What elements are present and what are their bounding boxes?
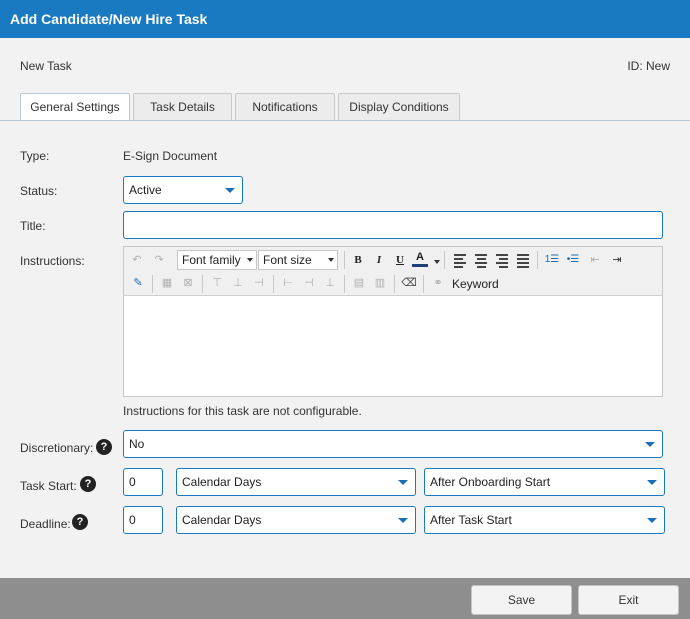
toolbar-divider xyxy=(344,275,345,293)
font-size-select-label: Font size xyxy=(263,253,312,267)
deadline-relative-value: After Task Start xyxy=(430,513,512,527)
insert-column-left-icon[interactable]: ⊢ xyxy=(279,274,297,292)
instructions-label: Instructions: xyxy=(20,254,85,268)
chevron-down-icon xyxy=(647,480,657,485)
text-color-icon[interactable]: A xyxy=(412,249,428,267)
task-start-amount-input[interactable]: 0 xyxy=(123,468,163,496)
font-family-select[interactable]: Font family xyxy=(177,250,257,270)
chevron-down-icon xyxy=(247,258,253,262)
task-start-relative-value: After Onboarding Start xyxy=(430,475,551,489)
chevron-down-icon xyxy=(398,480,408,485)
link-icon[interactable]: ⚭ xyxy=(429,274,447,292)
align-right-icon[interactable] xyxy=(493,251,511,269)
bullet-list-icon[interactable]: •☰ xyxy=(564,251,582,269)
undo-icon[interactable]: ↶ xyxy=(128,251,146,269)
font-family-select-label: Font family xyxy=(182,253,241,267)
instructions-editor: ↶ ↷ Font family Font size B I U A 1☰ •☰ … xyxy=(123,246,663,397)
discretionary-help-icon[interactable]: ? xyxy=(96,439,112,455)
deadline-unit-select[interactable]: Calendar Days xyxy=(176,506,416,534)
toolbar-divider xyxy=(537,251,538,269)
tab-task-details[interactable]: Task Details xyxy=(133,93,232,121)
bold-icon[interactable]: B xyxy=(349,251,367,269)
tab-notifications[interactable]: Notifications xyxy=(235,93,335,121)
task-start-unit-value: Calendar Days xyxy=(182,475,262,489)
chevron-down-icon xyxy=(328,258,334,262)
deadline-label: Deadline: xyxy=(20,517,71,531)
exit-button[interactable]: Exit xyxy=(578,585,679,615)
dialog-title: Add Candidate/New Hire Task xyxy=(0,0,690,38)
status-select[interactable]: Active xyxy=(123,176,243,204)
dialog-footer: Save Exit xyxy=(0,578,690,619)
chevron-down-icon xyxy=(645,442,655,447)
align-center-icon[interactable] xyxy=(472,251,490,269)
discretionary-label: Discretionary: xyxy=(20,441,94,455)
merge-cells-icon[interactable]: ▤ xyxy=(350,274,368,292)
toolbar-divider xyxy=(344,251,345,269)
discretionary-select[interactable]: No xyxy=(123,430,663,458)
toolbar-divider xyxy=(423,275,424,293)
toolbar-divider xyxy=(394,275,395,293)
status-select-value: Active xyxy=(129,183,162,197)
delete-column-icon[interactable]: ⊥ xyxy=(321,274,339,292)
numbered-list-icon[interactable]: 1☰ xyxy=(543,251,561,269)
toolbar-divider xyxy=(444,251,445,269)
deadline-relative-select[interactable]: After Task Start xyxy=(424,506,665,534)
chevron-down-icon xyxy=(647,518,657,523)
keyword-button[interactable]: Keyword xyxy=(452,277,499,291)
insert-row-below-icon[interactable]: ⊥ xyxy=(229,274,247,292)
task-start-unit-select[interactable]: Calendar Days xyxy=(176,468,416,496)
instructions-note: Instructions for this task are not confi… xyxy=(123,404,362,418)
delete-table-icon[interactable]: ⊠ xyxy=(179,274,197,292)
type-label: Type: xyxy=(20,149,50,163)
indent-icon[interactable]: ⇥ xyxy=(608,251,626,269)
deadline-help-icon[interactable]: ? xyxy=(72,514,88,530)
deadline-amount-input[interactable]: 0 xyxy=(123,506,163,534)
toolbar-divider xyxy=(152,275,153,293)
general-settings-panel: Type: E-Sign Document Status: Active Tit… xyxy=(0,121,690,578)
split-cells-icon[interactable]: ▥ xyxy=(371,274,389,292)
deadline-unit-value: Calendar Days xyxy=(182,513,262,527)
editor-toolbar: ↶ ↷ Font family Font size B I U A 1☰ •☰ … xyxy=(124,247,662,296)
font-size-select[interactable]: Font size xyxy=(258,250,338,270)
chevron-down-icon xyxy=(398,518,408,523)
chevron-down-icon xyxy=(225,188,235,193)
table-icon[interactable]: ▦ xyxy=(158,274,176,292)
delete-row-icon[interactable]: ⊣ xyxy=(250,274,268,292)
outdent-icon[interactable]: ⇤ xyxy=(586,251,604,269)
dialog-subheader: New Task ID: New General Settings Task D… xyxy=(0,38,690,122)
status-label: Status: xyxy=(20,184,58,198)
discretionary-select-value: No xyxy=(129,437,145,451)
tab-display-conditions[interactable]: Display Conditions xyxy=(338,93,460,121)
toolbar-divider xyxy=(273,275,274,293)
caret-down-icon[interactable] xyxy=(434,260,440,264)
insert-column-right-icon[interactable]: ⊣ xyxy=(300,274,318,292)
redo-icon[interactable]: ↷ xyxy=(150,251,168,269)
edit-html-icon[interactable]: ✎ xyxy=(129,274,147,292)
align-justify-icon[interactable] xyxy=(514,251,532,269)
title-input[interactable] xyxy=(123,211,663,239)
task-id: ID: New xyxy=(627,59,670,73)
align-left-icon[interactable] xyxy=(451,251,469,269)
title-label: Title: xyxy=(20,219,46,233)
task-name: New Task xyxy=(20,59,72,73)
toolbar-divider xyxy=(202,275,203,293)
type-value: E-Sign Document xyxy=(123,149,218,163)
underline-icon[interactable]: U xyxy=(391,251,409,269)
eraser-icon[interactable]: ⌫ xyxy=(400,274,418,292)
save-button[interactable]: Save xyxy=(471,585,572,615)
insert-row-above-icon[interactable]: ⊤ xyxy=(208,274,226,292)
tab-general-settings[interactable]: General Settings xyxy=(20,93,130,122)
instructions-edit-area[interactable] xyxy=(124,296,662,396)
italic-icon[interactable]: I xyxy=(370,251,388,269)
task-start-relative-select[interactable]: After Onboarding Start xyxy=(424,468,665,496)
task-start-label: Task Start: xyxy=(20,479,77,493)
task-start-help-icon[interactable]: ? xyxy=(80,476,96,492)
